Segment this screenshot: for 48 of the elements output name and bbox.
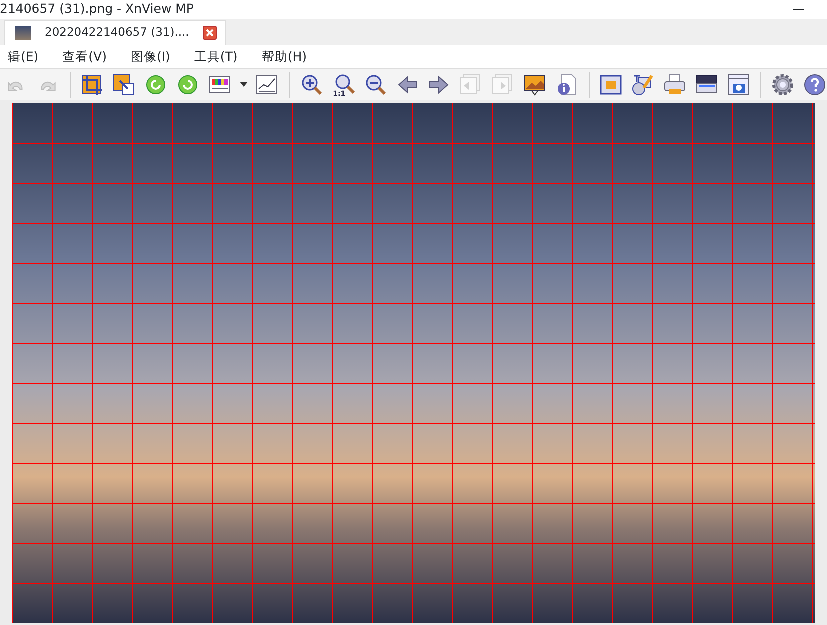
camera-window-icon (728, 74, 750, 96)
zoom-in-icon (301, 74, 324, 96)
capture-button[interactable] (726, 72, 750, 96)
tab-label: 20220422140657 (31).... (45, 24, 190, 42)
rotate-left-icon (145, 74, 168, 96)
scanner-icon (696, 74, 718, 96)
resize-icon (113, 74, 136, 96)
print-button[interactable] (663, 72, 687, 96)
magnifier-icon (333, 74, 356, 96)
resize-button[interactable] (112, 72, 136, 96)
rotate-left-button[interactable] (144, 72, 168, 96)
edit-text-button[interactable] (631, 72, 656, 96)
picture-frame-icon (524, 74, 546, 96)
menu-item[interactable]: 辑(E) (0, 45, 47, 68)
fit-window-icon (600, 74, 622, 96)
scan-button[interactable] (694, 72, 719, 96)
info-document-icon (556, 74, 578, 96)
color-bars-icon (208, 74, 231, 96)
shape-pencil-icon (632, 74, 654, 96)
minimize-button[interactable]: — (792, 0, 805, 19)
zoom-out-button[interactable] (364, 72, 388, 96)
fit-button[interactable] (600, 72, 624, 96)
window-title: 2140657 (31).png - XnView MP (0, 0, 194, 18)
curve-chart-icon (256, 74, 278, 96)
left-arrow-icon (396, 74, 419, 96)
file-tab[interactable]: 20220422140657 (31).... (4, 20, 226, 45)
menu-item[interactable]: 帮助(H) (254, 45, 315, 68)
page-left-icon (460, 74, 482, 96)
crop-icon (81, 74, 104, 96)
gear-icon (772, 74, 794, 96)
rotate-right-button[interactable] (176, 72, 200, 96)
crop-button[interactable] (80, 72, 104, 96)
settings-button[interactable] (771, 72, 796, 96)
menu-item[interactable]: 工具(T) (186, 45, 246, 68)
zoom-in-button[interactable] (300, 72, 324, 96)
menu-item[interactable]: 查看(V) (54, 45, 115, 68)
right-arrow-icon (428, 74, 450, 96)
caret-icon (240, 82, 248, 87)
slideshow-button[interactable] (522, 72, 547, 96)
thumbnail-icon (15, 26, 31, 40)
print-icon (664, 74, 686, 96)
levels-button[interactable] (256, 72, 280, 96)
zoom-out-icon (364, 74, 387, 96)
page-right-icon (492, 74, 514, 96)
menu-item[interactable]: 图像(I) (122, 45, 178, 68)
close-icon[interactable] (203, 26, 218, 40)
help-button[interactable] (803, 72, 827, 96)
rotate-right-icon (176, 74, 199, 96)
